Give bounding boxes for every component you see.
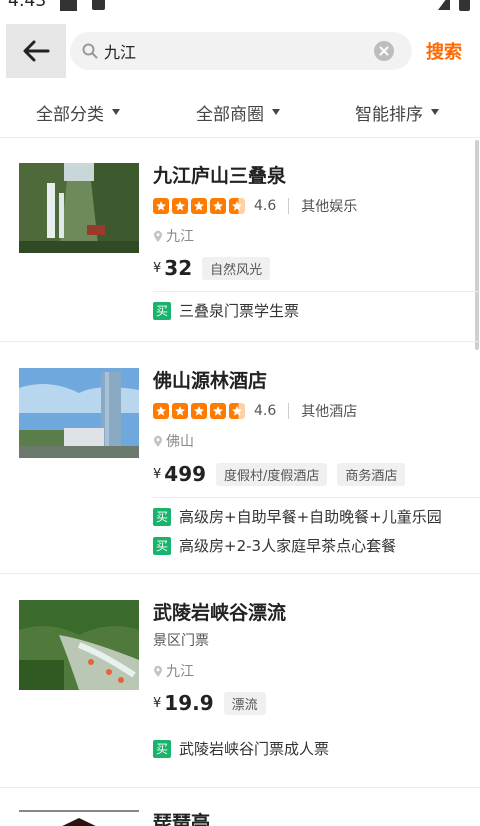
result-location: 九江 xyxy=(166,229,194,245)
result-item[interactable]: 佛山源林酒店 4.6 其他酒店 佛山 ¥ 499 度假村/度假酒店 商务酒店 买… xyxy=(0,342,480,574)
deal-text: 高级房+2-3人家庭早茶点心套餐 xyxy=(179,537,397,555)
buy-badge: 买 xyxy=(153,536,171,555)
result-subcategory: 景区门票 xyxy=(153,633,209,649)
result-location: 九江 xyxy=(166,664,194,680)
signal-icon xyxy=(438,0,450,10)
battery-icon xyxy=(459,0,470,11)
location-pin-icon xyxy=(154,230,162,242)
price-row: ¥ 19.9 漂流 xyxy=(153,691,266,715)
result-price: 19.9 xyxy=(164,691,214,715)
item-divider xyxy=(153,497,480,498)
caret-down-icon xyxy=(112,109,120,115)
search-input[interactable] xyxy=(104,32,364,70)
star-icon xyxy=(210,198,226,214)
divider xyxy=(288,198,290,214)
result-tag: 漂流 xyxy=(223,691,266,715)
result-item[interactable]: 武陵岩峡谷漂流 景区门票 九江 ¥ 19.9 漂流 买 武陵岩峡谷门票成人票 xyxy=(0,574,480,788)
result-title: 武陵岩峡谷漂流 xyxy=(153,602,287,624)
result-location: 佛山 xyxy=(166,434,194,450)
result-tag: 商务酒店 xyxy=(337,462,406,486)
arrow-left-icon xyxy=(23,40,50,62)
location-pin-icon xyxy=(154,435,162,447)
search-header: 搜索 xyxy=(0,14,480,86)
currency-symbol: ¥ xyxy=(153,260,162,276)
caret-down-icon xyxy=(431,109,439,115)
deal-text: 高级房+自助早餐+自助晚餐+儿童乐园 xyxy=(179,508,442,526)
result-item[interactable]: 九江庐山三叠泉 4.6 其他娱乐 九江 ¥ 32 自然风光 买 三叠泉门票学生票 xyxy=(0,139,480,342)
buy-badge: 买 xyxy=(153,507,171,526)
buy-badge: 买 xyxy=(153,301,171,320)
result-title: 佛山源林酒店 xyxy=(153,370,268,392)
caret-down-icon xyxy=(272,109,280,115)
deal-row[interactable]: 买 武陵岩峡谷门票成人票 xyxy=(153,738,329,759)
divider xyxy=(288,403,290,419)
result-list: 九江庐山三叠泉 4.6 其他娱乐 九江 ¥ 32 自然风光 买 三叠泉门票学生票… xyxy=(0,139,480,826)
result-tag: 自然风光 xyxy=(202,256,271,280)
result-title: 琵琶亭 xyxy=(153,812,211,826)
wifi-icon xyxy=(410,0,432,10)
deal-row[interactable]: 买 三叠泉门票学生票 xyxy=(153,300,299,321)
filter-business-district[interactable]: 全部商圈 xyxy=(196,86,280,138)
deal-text: 三叠泉门票学生票 xyxy=(179,302,300,320)
filter-label: 全部分类 xyxy=(36,104,104,125)
star-icon xyxy=(172,198,188,214)
rating-score: 4.6 xyxy=(254,198,277,214)
star-icon xyxy=(153,403,169,419)
rating-row: 4.6 其他酒店 xyxy=(153,401,357,421)
item-divider xyxy=(153,291,480,292)
price-row: ¥ 32 自然风光 xyxy=(153,256,271,280)
status-time: 4:43 xyxy=(8,0,47,11)
app-notification-icon xyxy=(92,0,105,10)
result-thumbnail xyxy=(19,810,139,826)
result-price: 499 xyxy=(164,462,207,486)
status-bar: 4:43 xyxy=(0,0,480,14)
clear-search-button[interactable] xyxy=(374,41,394,61)
notification-icon xyxy=(60,0,77,11)
star-icon xyxy=(153,198,169,214)
deal-text: 武陵岩峡谷门票成人票 xyxy=(179,740,330,758)
result-item[interactable]: 琵琶亭 xyxy=(0,788,480,826)
location-row: 九江 xyxy=(153,661,194,681)
rating-row: 4.6 其他娱乐 xyxy=(153,196,357,216)
filter-label: 全部商圈 xyxy=(196,104,264,125)
result-category: 其他娱乐 xyxy=(301,199,358,215)
star-icon xyxy=(172,403,188,419)
result-thumbnail xyxy=(19,600,139,690)
result-thumbnail xyxy=(19,368,139,458)
search-submit-button[interactable]: 搜索 xyxy=(426,38,462,64)
filter-label: 智能排序 xyxy=(355,104,423,125)
location-row: 九江 xyxy=(153,226,194,246)
filter-sort[interactable]: 智能排序 xyxy=(355,86,439,138)
result-category: 其他酒店 xyxy=(301,404,358,420)
currency-symbol: ¥ xyxy=(153,466,162,482)
filter-category[interactable]: 全部分类 xyxy=(36,86,120,138)
buy-badge: 买 xyxy=(153,739,171,758)
location-row: 佛山 xyxy=(153,431,194,451)
result-price: 32 xyxy=(164,256,193,280)
search-icon xyxy=(82,43,98,59)
close-icon xyxy=(379,46,389,56)
back-button[interactable] xyxy=(6,24,66,78)
star-icon xyxy=(191,198,207,214)
star-half-icon xyxy=(229,403,245,419)
currency-symbol: ¥ xyxy=(153,695,162,711)
filter-bar: 全部分类 全部商圈 智能排序 xyxy=(0,86,480,138)
star-icon xyxy=(210,403,226,419)
result-tag: 度假村/度假酒店 xyxy=(216,462,328,486)
result-thumbnail xyxy=(19,163,139,253)
rating-score: 4.6 xyxy=(254,403,277,419)
deal-row[interactable]: 买 高级房+自助早餐+自助晚餐+儿童乐园 xyxy=(153,506,442,527)
result-title: 九江庐山三叠泉 xyxy=(153,165,287,187)
star-icon xyxy=(191,403,207,419)
location-pin-icon xyxy=(154,665,162,677)
search-box[interactable] xyxy=(70,32,412,70)
deal-row[interactable]: 买 高级房+2-3人家庭早茶点心套餐 xyxy=(153,535,396,556)
star-half-icon xyxy=(229,198,245,214)
price-row: ¥ 499 度假村/度假酒店 商务酒店 xyxy=(153,462,406,486)
